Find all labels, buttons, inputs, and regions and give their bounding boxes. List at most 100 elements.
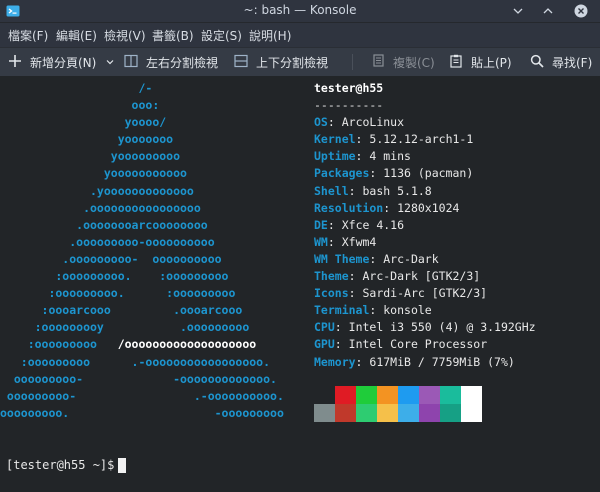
- copy-button[interactable]: 複製(C): [371, 48, 435, 76]
- chevron-down-icon: [106, 55, 114, 69]
- info-value: bash 5.1.8: [362, 183, 432, 198]
- menu-bookmarks[interactable]: 書籤(B): [152, 27, 194, 44]
- shell-prompt[interactable]: [tester@h55 ~]$: [6, 458, 127, 473]
- info-key: Theme: [314, 269, 349, 284]
- info-row: DE: Xfce 4.16: [314, 217, 600, 234]
- copy-label: 複製(C): [393, 55, 435, 70]
- info-colon: :: [383, 200, 398, 215]
- info-row: WM Theme: Arc-Dark: [314, 251, 600, 268]
- terminal-view[interactable]: /- ooo: yoooo/ yooooooo yooooooooo yoooo…: [0, 76, 600, 492]
- info-value: 4 mins: [369, 149, 411, 164]
- color-swatch: [335, 404, 356, 422]
- new-tab-dropdown[interactable]: [106, 48, 114, 76]
- menu-settings[interactable]: 設定(S): [201, 27, 242, 44]
- info-value: Xfwm4: [341, 234, 377, 249]
- arcolinux-ascii-logo: /- ooo: yoooo/ yooooooo yooooooooo yoooo…: [0, 81, 284, 420]
- info-value: Sardi-Arc [GTK2/3]: [362, 286, 488, 301]
- color-swatch: [314, 386, 335, 404]
- konsole-window: ~: bash — Konsole 檔案(F) 編輯(E) 檢視(V) 書籤(B…: [0, 0, 600, 492]
- find-button[interactable]: 尋找(F): [530, 48, 592, 76]
- split-top-bottom-button[interactable]: 上下分割檢視: [234, 48, 328, 76]
- split-left-right-label: 左右分割檢視: [146, 55, 219, 70]
- split-top-bottom-label: 上下分割檢視: [256, 55, 329, 70]
- color-swatch: [335, 386, 356, 404]
- info-value: konsole: [383, 303, 432, 318]
- color-swatch: [419, 386, 440, 404]
- info-colon: :: [355, 354, 370, 369]
- split-vertical-icon: [124, 54, 138, 71]
- menu-help[interactable]: 說明(H): [249, 27, 291, 44]
- paste-button[interactable]: 貼上(P): [449, 48, 512, 76]
- info-fields: OS: ArcoLinux Kernel: 5.12.12-arch1-1 Upti…: [314, 114, 600, 370]
- info-row: GPU: Intel Core Processor: [314, 336, 600, 353]
- info-key: Uptime: [314, 149, 356, 164]
- info-key: Packages: [314, 166, 370, 181]
- color-swatch: [398, 404, 419, 422]
- scrollbar[interactable]: [594, 76, 600, 492]
- info-key: OS: [314, 115, 328, 130]
- color-swatch: [440, 386, 461, 404]
- info-key: Terminal: [314, 303, 370, 318]
- info-value: 617MiB / 7759MiB (7%): [369, 354, 515, 369]
- paste-label: 貼上(P): [471, 55, 512, 70]
- info-key: DE: [314, 217, 328, 232]
- info-value: 1280x1024: [397, 200, 460, 215]
- split-left-right-button[interactable]: 左右分割檢視: [124, 48, 218, 76]
- info-value: ArcoLinux: [341, 115, 405, 130]
- info-colon: :: [348, 286, 363, 301]
- info-row: Uptime: 4 mins: [314, 148, 600, 165]
- info-colon: :: [369, 303, 384, 318]
- menu-bar: 檔案(F) 編輯(E) 檢視(V) 書籤(B) 設定(S) 說明(H): [0, 22, 600, 47]
- new-tab-label: 新增分頁(N): [30, 55, 97, 70]
- toolbar: 新增分頁(N) 左右分割檢視 上下分割檢視 複製(C) 貼上(P) 尋找(F): [0, 47, 600, 77]
- info-value: 1136 (pacman): [383, 166, 474, 181]
- copy-icon: [371, 53, 385, 71]
- info-key: WM Theme: [314, 251, 370, 266]
- info-row: Memory: 617MiB / 7759MiB (7%): [314, 354, 600, 371]
- user-host: tester@h55: [314, 81, 384, 95]
- info-value: 5.12.12-arch1-1: [369, 132, 474, 147]
- info-colon: :: [355, 149, 370, 164]
- minimize-icon[interactable]: [510, 3, 526, 19]
- info-colon: :: [348, 183, 363, 198]
- title-bar[interactable]: ~: bash — Konsole: [0, 0, 600, 22]
- search-icon: [530, 54, 544, 71]
- info-value: Intel Core Processor: [348, 337, 488, 352]
- menu-edit[interactable]: 編輯(E): [56, 27, 97, 44]
- info-row: Resolution: 1280x1024: [314, 200, 600, 217]
- info-row: Theme: Arc-Dark [GTK2/3]: [314, 268, 600, 285]
- info-key: GPU: [314, 337, 335, 352]
- color-swatch: [461, 404, 482, 422]
- new-tab-button[interactable]: 新增分頁(N): [8, 48, 96, 76]
- info-row: Terminal: konsole: [314, 302, 600, 319]
- info-row: Icons: Sardi-Arc [GTK2/3]: [314, 285, 600, 302]
- maximize-icon[interactable]: [540, 3, 556, 19]
- info-colon: :: [355, 132, 370, 147]
- info-colon: :: [327, 234, 342, 249]
- color-swatch: [377, 386, 398, 404]
- color-swatch: [419, 404, 440, 422]
- info-value: Intel i3 550 (4) @ 3.192GHz: [348, 320, 536, 335]
- info-key: Shell: [314, 183, 349, 198]
- color-swatch: [356, 404, 377, 422]
- menu-view[interactable]: 檢視(V): [104, 27, 146, 44]
- info-row: OS: ArcoLinux: [314, 114, 600, 131]
- info-value: Arc-Dark [GTK2/3]: [362, 269, 481, 284]
- info-key: Icons: [314, 286, 349, 301]
- info-colon: :: [369, 251, 384, 266]
- color-palette: [314, 386, 484, 422]
- close-icon[interactable]: [573, 3, 589, 19]
- info-key: Memory: [314, 354, 356, 369]
- color-swatch: [440, 404, 461, 422]
- info-separator: ----------: [314, 98, 384, 113]
- info-row: WM: Xfwm4: [314, 234, 600, 251]
- paste-icon: [449, 54, 463, 71]
- info-colon: :: [327, 217, 342, 232]
- info-colon: :: [369, 166, 384, 181]
- info-key: Resolution: [314, 200, 384, 215]
- info-key: CPU: [314, 320, 335, 335]
- info-row: Shell: bash 5.1.8: [314, 183, 600, 200]
- prompt-text: [tester@h55 ~]$: [6, 458, 115, 472]
- color-swatch: [377, 404, 398, 422]
- menu-file[interactable]: 檔案(F): [8, 27, 48, 44]
